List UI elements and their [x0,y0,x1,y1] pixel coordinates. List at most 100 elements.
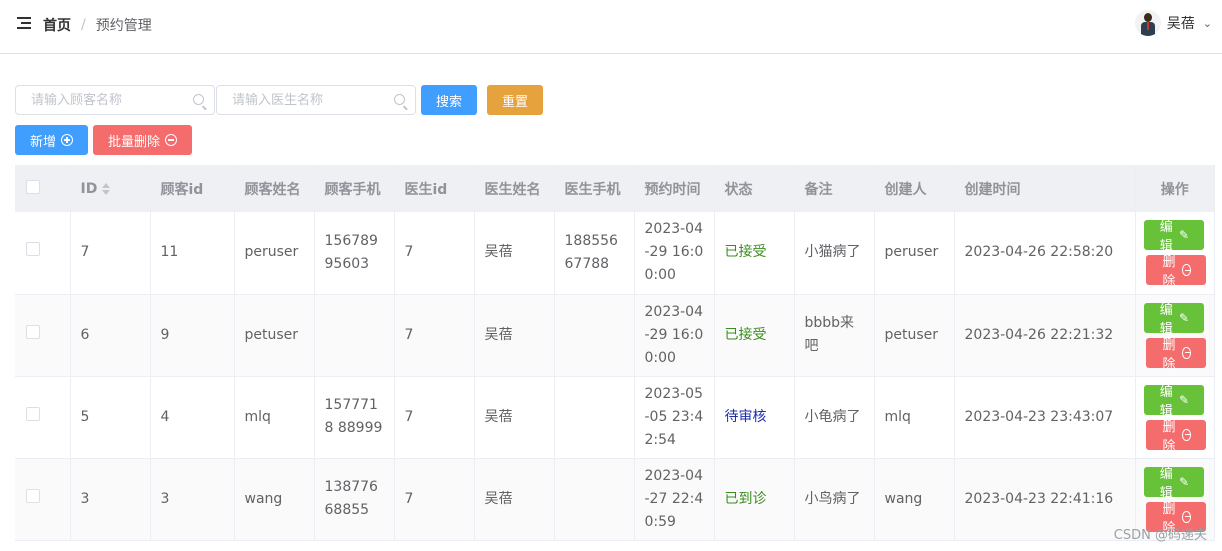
column-header: 备注 [794,165,875,212]
chevron-down-icon[interactable]: ⌄ [1203,17,1212,30]
edit-button[interactable]: 编辑 ✎ [1143,302,1204,337]
breadcrumb-home[interactable]: 首页 [43,15,71,35]
cell-value: 3 [160,490,170,507]
cell-customer-phone: 13877668855 [314,458,395,541]
cell-id: 6 [70,294,151,377]
cell-note: 小猫病了 [794,212,875,295]
add-button[interactable]: 新增 [15,125,89,155]
cell-value: 2023-04-26 22:58:20 [964,244,1114,261]
cell-appt-time: 2023-05-05 23:42:54 [634,376,715,459]
delete-button[interactable]: 删除 [1145,419,1206,454]
top-header: 首页 / 预约管理 吴蓓 ⌄ [0,0,1222,54]
doctor-name-search[interactable] [216,85,416,115]
cell-value: bbbb来吧 [804,315,855,354]
cell-value: 3 [80,490,90,507]
cell-customer-id: 3 [150,458,235,541]
select-all-checkbox[interactable] [26,179,40,194]
cell-customer-name: petuser [234,294,315,377]
cell-customer-phone: 15678995603 [314,212,395,295]
cell-customer-id: 11 [150,212,235,295]
cell-value: petuser [244,326,299,343]
cell-doctor-name: 吴蓓 [474,294,555,377]
cell-doctor-id: 7 [394,376,475,459]
cell-value: 小龟病了 [804,408,861,425]
table-row: 5 4 mlq 1577718 88999 7 吴蓓 2023-05-05 23:42:54… [15,376,1215,459]
cell-actions: 编辑 ✎ 删除 [1135,212,1215,295]
reset-button[interactable]: 重置 [487,85,544,115]
search-toolbar: 搜索 重置 [15,85,544,115]
action-toolbar: 新增 批量删除 [15,125,193,155]
cell-value: mlq [244,408,271,425]
cell-customer-name: wang [234,458,315,541]
cell-created-at: 2023-04-26 22:58:20 [954,212,1136,295]
customer-name-search[interactable] [15,85,215,115]
table-header-row: ID 顾客id 顾客姓名 顾客手机 医生id 医生姓名 医生手机 预约时间 状态… [15,165,1215,212]
cell-appt-time: 2023-04-27 22:40:59 [634,458,715,541]
delete-button[interactable]: 删除 [1145,337,1206,372]
circle-minus-icon [1182,428,1192,441]
column-header: 医生id [394,165,475,212]
cell-actions: 编辑 ✎ 删除 [1135,376,1215,459]
cell-value: 18855667788 [564,232,618,272]
row-checkbox[interactable] [26,488,40,503]
cell-value: 7 [404,326,414,343]
column-header[interactable]: ID [70,165,151,212]
cell-value: 4 [160,408,170,425]
row-checkbox[interactable] [26,406,40,421]
cell-created-at: 2023-04-23 22:41:16 [954,458,1136,541]
cell-id: 5 [70,376,151,459]
batch-delete-label: 批量删除 [108,134,161,150]
search-button[interactable]: 搜索 [421,85,478,115]
delete-button[interactable]: 删除 [1145,255,1206,289]
row-checkbox[interactable] [26,242,40,257]
cell-doctor-name: 吴蓓 [474,376,555,459]
cell-value: 待审核 [724,408,767,425]
edit-button[interactable]: 编辑 ✎ [1143,220,1204,254]
cell-value: 2023-05-05 23:42:54 [644,385,704,448]
cell-doctor-phone [554,294,635,377]
edit-button[interactable]: 编辑 ✎ [1143,384,1204,419]
pencil-icon: ✎ [1178,228,1189,243]
cell-doctor-phone [554,376,635,459]
delete-label: 删除 [1162,337,1176,372]
cell-value: 2023-04-29 16:00:00 [644,221,704,284]
doctor-name-input[interactable] [217,86,415,114]
username[interactable]: 吴蓓 [1167,13,1195,33]
user-menu[interactable]: 吴蓓 ⌄ [1134,10,1212,36]
cell-status: 已接受 [714,294,795,377]
cell-doctor-id: 7 [394,294,475,377]
cell-value: peruser [244,244,299,261]
pencil-icon: ✎ [1178,474,1189,489]
cell-value: 吴蓓 [484,244,513,261]
column-header: 创建时间 [954,165,1136,212]
cell-id: 7 [70,212,151,295]
circle-minus-icon [1182,510,1192,523]
cell-customer-name: peruser [234,212,315,295]
row-checkbox[interactable] [26,324,40,339]
cell-doctor-name: 吴蓓 [474,212,555,295]
cell-value: 7 [80,244,90,261]
customer-name-input[interactable] [16,86,214,114]
circle-minus-icon [1182,264,1192,277]
cell-value: 1577718 88999 [324,397,383,436]
cell-creator: petuser [874,294,955,377]
cell-customer-name: mlq [234,376,315,459]
cell-creator: mlq [874,376,955,459]
cell-value: 小鸟病了 [804,490,861,507]
cell-value: 吴蓓 [484,326,513,343]
cell-value: 2023-04-23 22:41:16 [964,490,1114,507]
column-header: 顾客id [150,165,235,212]
cell-note: bbbb来吧 [794,294,875,377]
user-avatar[interactable] [1134,10,1161,36]
sort-caret-icon[interactable] [102,182,111,195]
cell-value: mlq [884,408,911,425]
table-row: 7 11 peruser 15678995603 7 吴蓓 18855667788 2023-… [15,212,1215,295]
cell-appt-time: 2023-04-29 16:00:00 [634,294,715,377]
edit-button[interactable]: 编辑 ✎ [1143,466,1204,501]
cell-value: 已到诊 [724,490,767,507]
menu-fold-icon[interactable] [17,17,31,29]
cell-doctor-phone [554,458,635,541]
batch-delete-button[interactable]: 批量删除 [93,125,193,155]
circle-plus-icon [61,134,74,146]
cell-value: 7 [404,490,414,507]
